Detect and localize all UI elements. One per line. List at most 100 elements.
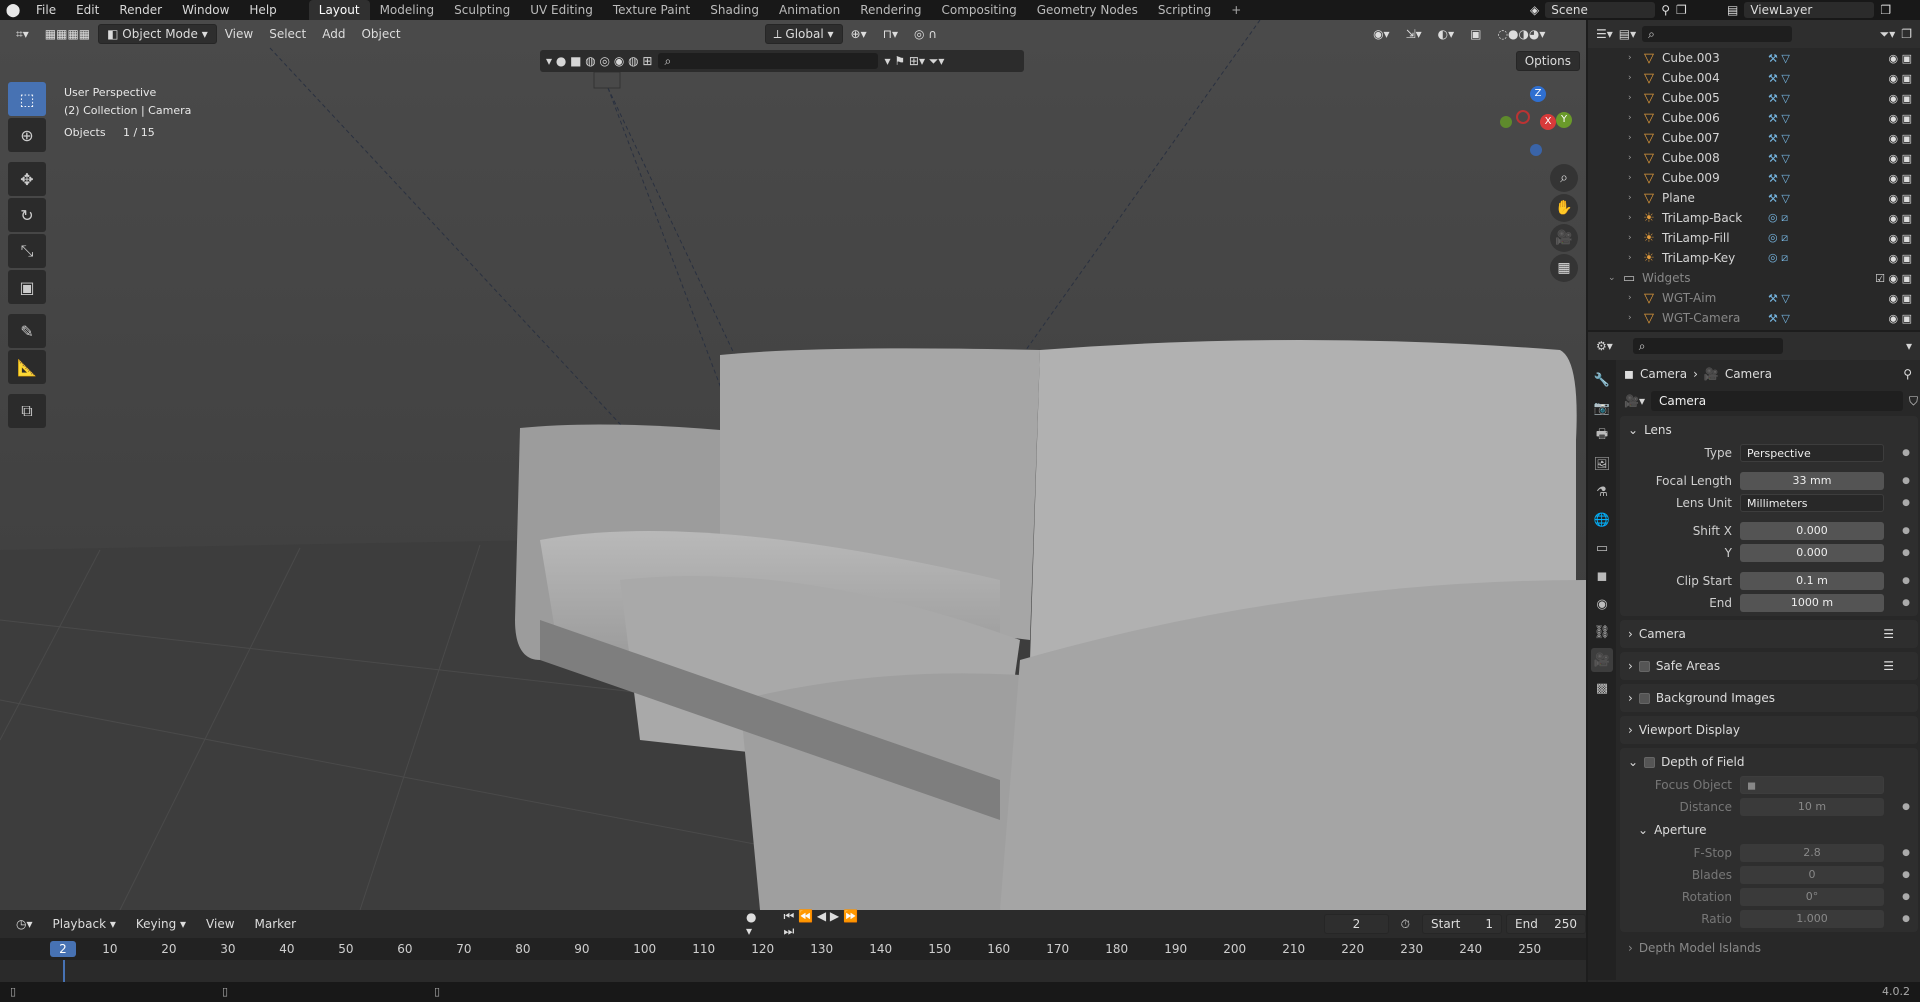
keyframe-dot[interactable]: ● <box>1902 548 1910 558</box>
datablock-name-field[interactable]: Camera <box>1650 391 1903 411</box>
expand-icon[interactable]: › <box>1628 173 1640 183</box>
collection-tab-icon[interactable]: ▭ <box>1591 536 1613 560</box>
constraints-tab-icon[interactable]: ⛓ <box>1591 620 1613 644</box>
editor-type-icon[interactable]: ⌗▾ <box>8 24 37 44</box>
select-mode-icons[interactable]: ▦▦▦▦ <box>37 24 98 44</box>
modifier-icon[interactable]: ⚒ ▽ <box>1768 292 1790 305</box>
move-tool-icon[interactable]: ✥ <box>8 162 46 196</box>
properties-options-icon[interactable]: ▾ <box>1906 339 1912 353</box>
add-workspace-icon[interactable]: + <box>1221 0 1251 20</box>
gizmo-neg-x[interactable] <box>1516 110 1530 124</box>
keyframe-dot[interactable]: ● <box>1902 802 1910 812</box>
new-collection-icon[interactable]: ❐ <box>1901 27 1912 41</box>
modifier-icon[interactable]: ⚒ ▽ <box>1768 52 1790 65</box>
scene-selector[interactable]: ◈ Scene ⚲ ❐ <box>1530 1 1740 19</box>
keyframe-dot[interactable]: ● <box>1902 892 1910 902</box>
rotation-field[interactable]: 0° <box>1740 888 1884 906</box>
modifier-icon[interactable]: ⚒ ▽ <box>1768 132 1790 145</box>
menu-help[interactable]: Help <box>239 0 286 20</box>
playback-controls[interactable]: ⏮ ⏪ ◀ ▶ ⏩ ⏭ <box>776 909 869 938</box>
modifier-icon[interactable]: ⚒ ▽ <box>1768 112 1790 125</box>
viewport-menu-select[interactable]: Select <box>261 24 314 44</box>
viewport-display-header[interactable]: › Viewport Display <box>1620 718 1918 742</box>
visibility-icons[interactable]: ◉ ▣ <box>1889 172 1913 185</box>
expand-icon[interactable]: › <box>1628 233 1640 243</box>
expand-icon[interactable]: › <box>1628 193 1640 203</box>
outliner-editor-type-icon[interactable]: ☰▾ <box>1596 27 1613 41</box>
safe-areas-checkbox[interactable] <box>1638 660 1650 672</box>
outliner-item-label[interactable]: TriLamp-Fill <box>1658 231 1768 245</box>
visibility-icons[interactable]: ◉ ▣ <box>1889 292 1913 305</box>
tab-geometry-nodes[interactable]: Geometry Nodes <box>1027 0 1148 20</box>
list-icon[interactable]: ☰ <box>1883 659 1894 673</box>
outliner-item-label[interactable]: Cube.004 <box>1658 71 1768 85</box>
visibility-icons[interactable]: ☑ ◉ ▣ <box>1875 272 1912 285</box>
camera-view-icon[interactable]: 🎥 <box>1550 224 1578 252</box>
shift-x-field[interactable]: 0.000 <box>1740 522 1884 540</box>
expand-icon[interactable]: › <box>1628 313 1640 323</box>
outliner-item[interactable]: › ▽ Plane ⚒ ▽ ◉ ▣ <box>1588 188 1920 208</box>
pan-hand-icon[interactable]: ✋ <box>1550 194 1578 222</box>
menu-edit[interactable]: Edit <box>66 0 109 20</box>
current-frame-field[interactable]: 2 <box>1324 914 1389 934</box>
camera-data-tab-icon[interactable]: 🎥 <box>1591 648 1613 672</box>
visibility-icons[interactable]: ◉ ▣ <box>1889 52 1913 65</box>
outliner-item[interactable]: › ▽ WGT-Camera ⚒ ▽ ◉ ▣ <box>1588 308 1920 328</box>
safe-areas-header[interactable]: › Safe Areas ☰ <box>1620 654 1918 678</box>
distance-field[interactable]: 10 m <box>1740 798 1884 816</box>
outliner-item-label[interactable]: Cube.006 <box>1658 111 1768 125</box>
outliner-item-label[interactable]: Widgets <box>1638 271 1748 285</box>
annotate-tool-icon[interactable]: ✎ <box>8 314 46 348</box>
expand-icon[interactable]: › <box>1628 73 1640 83</box>
menu-file[interactable]: File <box>26 0 66 20</box>
tab-layout[interactable]: Layout <box>308 0 370 20</box>
texture-tab-icon[interactable]: ▩ <box>1591 676 1613 700</box>
keyframe-dot[interactable]: ● <box>1902 526 1910 536</box>
new-scene-icon[interactable]: ❐ <box>1676 3 1687 17</box>
keyframe-dot[interactable]: ● <box>1902 598 1910 608</box>
expand-icon[interactable]: › <box>1628 253 1640 263</box>
filter-icons[interactable]: ▾ ● ■ ◍ ◎ ◉ ◍ ⊞ <box>546 54 652 68</box>
visibility-icons[interactable]: ◉ ▣ <box>1889 312 1913 325</box>
visibility-icons[interactable]: ◉ ▣ <box>1889 92 1913 105</box>
view-layer-tab-icon[interactable]: 🖼 <box>1591 452 1613 476</box>
tab-shading[interactable]: Shading <box>700 0 769 20</box>
fake-user-icon[interactable]: ⛉ <box>1909 394 1918 409</box>
shift-y-field[interactable]: 0.000 <box>1740 544 1884 562</box>
fstop-field[interactable]: 2.8 <box>1740 844 1884 862</box>
modifier-icon[interactable]: ⚒ ▽ <box>1768 172 1790 185</box>
expand-icon[interactable]: › <box>1628 293 1640 303</box>
type-dropdown[interactable]: Perspective <box>1740 444 1884 462</box>
lens-panel-header[interactable]: ⌄ Lens <box>1620 418 1918 442</box>
tab-modeling[interactable]: Modeling <box>370 0 445 20</box>
tool-tab-icon[interactable]: 🔧 <box>1591 368 1613 392</box>
outliner-item-label[interactable]: Cube.007 <box>1658 131 1768 145</box>
depth-model-islands-panel[interactable]: › Depth Model Islands <box>1620 936 1918 960</box>
timeline-menu-keying[interactable]: Keying ▾ <box>128 914 194 934</box>
modifier-icon[interactable]: ⚒ ▽ <box>1768 72 1790 85</box>
outliner-item[interactable]: › ☀ TriLamp-Back ◎ ⧄ ◉ ▣ <box>1588 208 1920 228</box>
timeline-menu-marker[interactable]: Marker <box>247 914 304 934</box>
pivot-icon[interactable]: ⊕▾ <box>843 24 875 44</box>
clip-start-field[interactable]: 0.1 m <box>1740 572 1884 590</box>
outliner-item[interactable]: › ▽ Cube.006 ⚒ ▽ ◉ ▣ <box>1588 108 1920 128</box>
transform-tool-icon[interactable]: ▣ <box>8 270 46 304</box>
properties-editor-type-icon[interactable]: ⚙▾ <box>1596 339 1613 353</box>
snap-icon[interactable]: ⊓▾ <box>875 24 906 44</box>
pin-icon[interactable]: ⚲ <box>1661 3 1670 17</box>
options-button[interactable]: Options <box>1515 51 1580 71</box>
expand-icon[interactable]: › <box>1628 133 1640 143</box>
gizmo-neg-y[interactable] <box>1500 116 1512 128</box>
viewport-menu-add[interactable]: Add <box>314 24 353 44</box>
object-tab-icon[interactable]: ◼ <box>1591 564 1613 588</box>
timeline-editor-type-icon[interactable]: ◷▾ <box>8 914 41 934</box>
tab-uv-editing[interactable]: UV Editing <box>520 0 603 20</box>
tab-texture-paint[interactable]: Texture Paint <box>603 0 700 20</box>
viewlayer-selector[interactable]: ▤ ViewLayer ❐ <box>1727 1 1920 19</box>
measure-tool-icon[interactable]: 📐 <box>8 350 46 384</box>
tab-compositing[interactable]: Compositing <box>931 0 1026 20</box>
navigation-gizmo[interactable]: Z Y X <box>1494 84 1574 174</box>
scale-tool-icon[interactable]: ⤡ <box>8 234 46 268</box>
ratio-field[interactable]: 1.000 <box>1740 910 1884 928</box>
select-box-tool-icon[interactable]: ⬚ <box>8 82 46 116</box>
